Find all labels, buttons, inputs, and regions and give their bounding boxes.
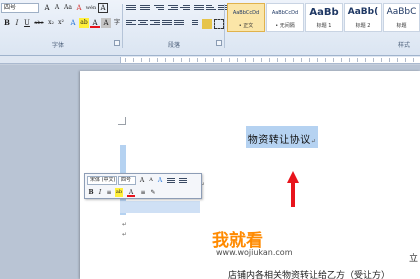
document-workspace: 物资转让协议↵ ↵ ↵ ↵ ↵ 立 <box>0 65 420 279</box>
style-name: • 正文 <box>238 23 254 29</box>
document-title: 物资转让协议↵ <box>247 135 317 146</box>
font-color-button[interactable]: A <box>90 18 100 28</box>
highlight-button[interactable]: ab <box>79 18 89 28</box>
numbering-icon[interactable] <box>140 4 150 13</box>
bold-button[interactable]: B <box>2 18 12 28</box>
font-section-label: 字体 <box>52 42 65 49</box>
enclose-char-button[interactable]: 字 <box>112 18 122 28</box>
bullets-icon[interactable] <box>126 4 136 13</box>
ribbon: 四号 A A Aa A wén A B I U abe x₂ x² A ab A… <box>0 0 420 56</box>
separator <box>122 4 123 48</box>
mini-indent-icon[interactable] <box>167 177 175 186</box>
clear-format-button[interactable]: A <box>74 3 84 13</box>
font-size-select[interactable]: 四号 <box>1 3 39 13</box>
char-border-button[interactable]: A <box>98 3 108 13</box>
style-sample: AaBb <box>309 7 339 18</box>
shrink-font-button[interactable]: A <box>52 3 62 13</box>
style-normal[interactable]: AaBbCcDd • 正文 <box>227 3 265 32</box>
style-sample: AaBbC <box>386 7 417 17</box>
multilevel-list-icon[interactable] <box>154 4 164 13</box>
align-right-icon[interactable] <box>150 19 160 28</box>
style-name: 标题 2 <box>355 23 371 29</box>
selected-title[interactable]: 物资转让协议↵ <box>246 126 318 148</box>
sort-icon[interactable] <box>206 4 216 13</box>
shading-icon[interactable] <box>202 19 212 29</box>
style-heading-1[interactable]: AaBb 标题 1 <box>305 3 343 32</box>
selection-highlight <box>120 201 200 213</box>
distributed-icon[interactable] <box>174 19 184 28</box>
decrease-indent-icon[interactable] <box>168 4 178 13</box>
subscript-button[interactable]: x₂ <box>46 18 56 28</box>
align-left-icon[interactable] <box>126 19 136 28</box>
style-name: 标题 <box>396 23 407 29</box>
document-text-fragment: 立 <box>409 254 419 264</box>
mini-shrink-font-button[interactable]: A <box>147 176 155 185</box>
align-center-icon[interactable] <box>138 19 148 28</box>
grow-font-button[interactable]: A <box>42 3 52 13</box>
underline-button[interactable]: U <box>22 18 32 28</box>
paragraph-mark: ↵ <box>122 231 128 238</box>
justify-icon[interactable] <box>162 19 172 28</box>
ruler-text-area <box>120 57 420 63</box>
mini-toolbar: 宋体 (中文) 四号 A A A B I ≡ ab A ≡ ✎ <box>84 173 202 199</box>
arrow-up-icon <box>287 171 299 207</box>
watermark-url: www.wojiukan.com <box>216 248 293 257</box>
borders-icon[interactable] <box>214 19 224 29</box>
phonetic-guide-button[interactable]: wén <box>85 3 97 13</box>
font-dialog-launcher[interactable] <box>114 40 120 46</box>
ruler-ticks <box>125 58 419 62</box>
mini-grow-font-button[interactable]: A <box>138 176 146 185</box>
styles-section-label: 样式 <box>398 42 411 49</box>
mini-center-button[interactable]: ≡ <box>105 188 113 197</box>
mini-indent2-icon[interactable] <box>179 177 187 186</box>
chinese-layout-icon[interactable] <box>194 4 204 13</box>
style-name: 标题 1 <box>316 23 332 29</box>
mini-list-button[interactable]: ≡ <box>139 188 147 197</box>
margin-corner-marker <box>118 117 126 125</box>
superscript-button[interactable]: x² <box>56 18 66 28</box>
mini-bold-button[interactable]: B <box>87 188 95 197</box>
strikethrough-button[interactable]: abe <box>33 18 45 28</box>
text-effect-button[interactable]: A <box>68 18 78 28</box>
paragraph-section-label: 段落 <box>168 42 181 49</box>
separator <box>224 4 225 48</box>
style-heading-2[interactable]: AaBb( 标题 2 <box>344 3 382 32</box>
mini-format-painter-button[interactable]: ✎ <box>149 188 157 197</box>
style-title[interactable]: AaBbC 标题 <box>383 3 420 32</box>
document-body-line: 店铺内各相关物资转让给乙方（受让方） <box>228 271 391 279</box>
mini-italic-button[interactable]: I <box>96 188 104 197</box>
paragraph-mark: ↵ <box>122 221 128 228</box>
mini-text-style-button[interactable]: A <box>156 176 164 185</box>
mini-font-color-button[interactable]: A <box>127 188 135 197</box>
change-case-button[interactable]: Aa <box>63 3 73 13</box>
style-sample: AaBbCcDd <box>271 10 299 16</box>
mini-font-name-select[interactable]: 宋体 (中文) <box>87 176 117 185</box>
horizontal-ruler[interactable] <box>0 56 420 64</box>
line-spacing-icon[interactable] <box>188 19 198 28</box>
italic-button[interactable]: I <box>12 18 22 28</box>
increase-indent-icon[interactable] <box>180 4 190 13</box>
style-name: • 无间隔 <box>275 23 295 29</box>
mini-highlight-button[interactable]: ab <box>115 188 123 197</box>
paragraph-dialog-launcher[interactable] <box>216 40 222 46</box>
style-sample: AaBb( <box>347 7 379 17</box>
style-no-spacing[interactable]: AaBbCcDd • 无间隔 <box>266 3 304 32</box>
mini-font-size-select[interactable]: 四号 <box>118 176 136 185</box>
char-shading-button[interactable]: A <box>101 18 111 28</box>
style-sample: AaBbCcDd <box>232 10 260 16</box>
